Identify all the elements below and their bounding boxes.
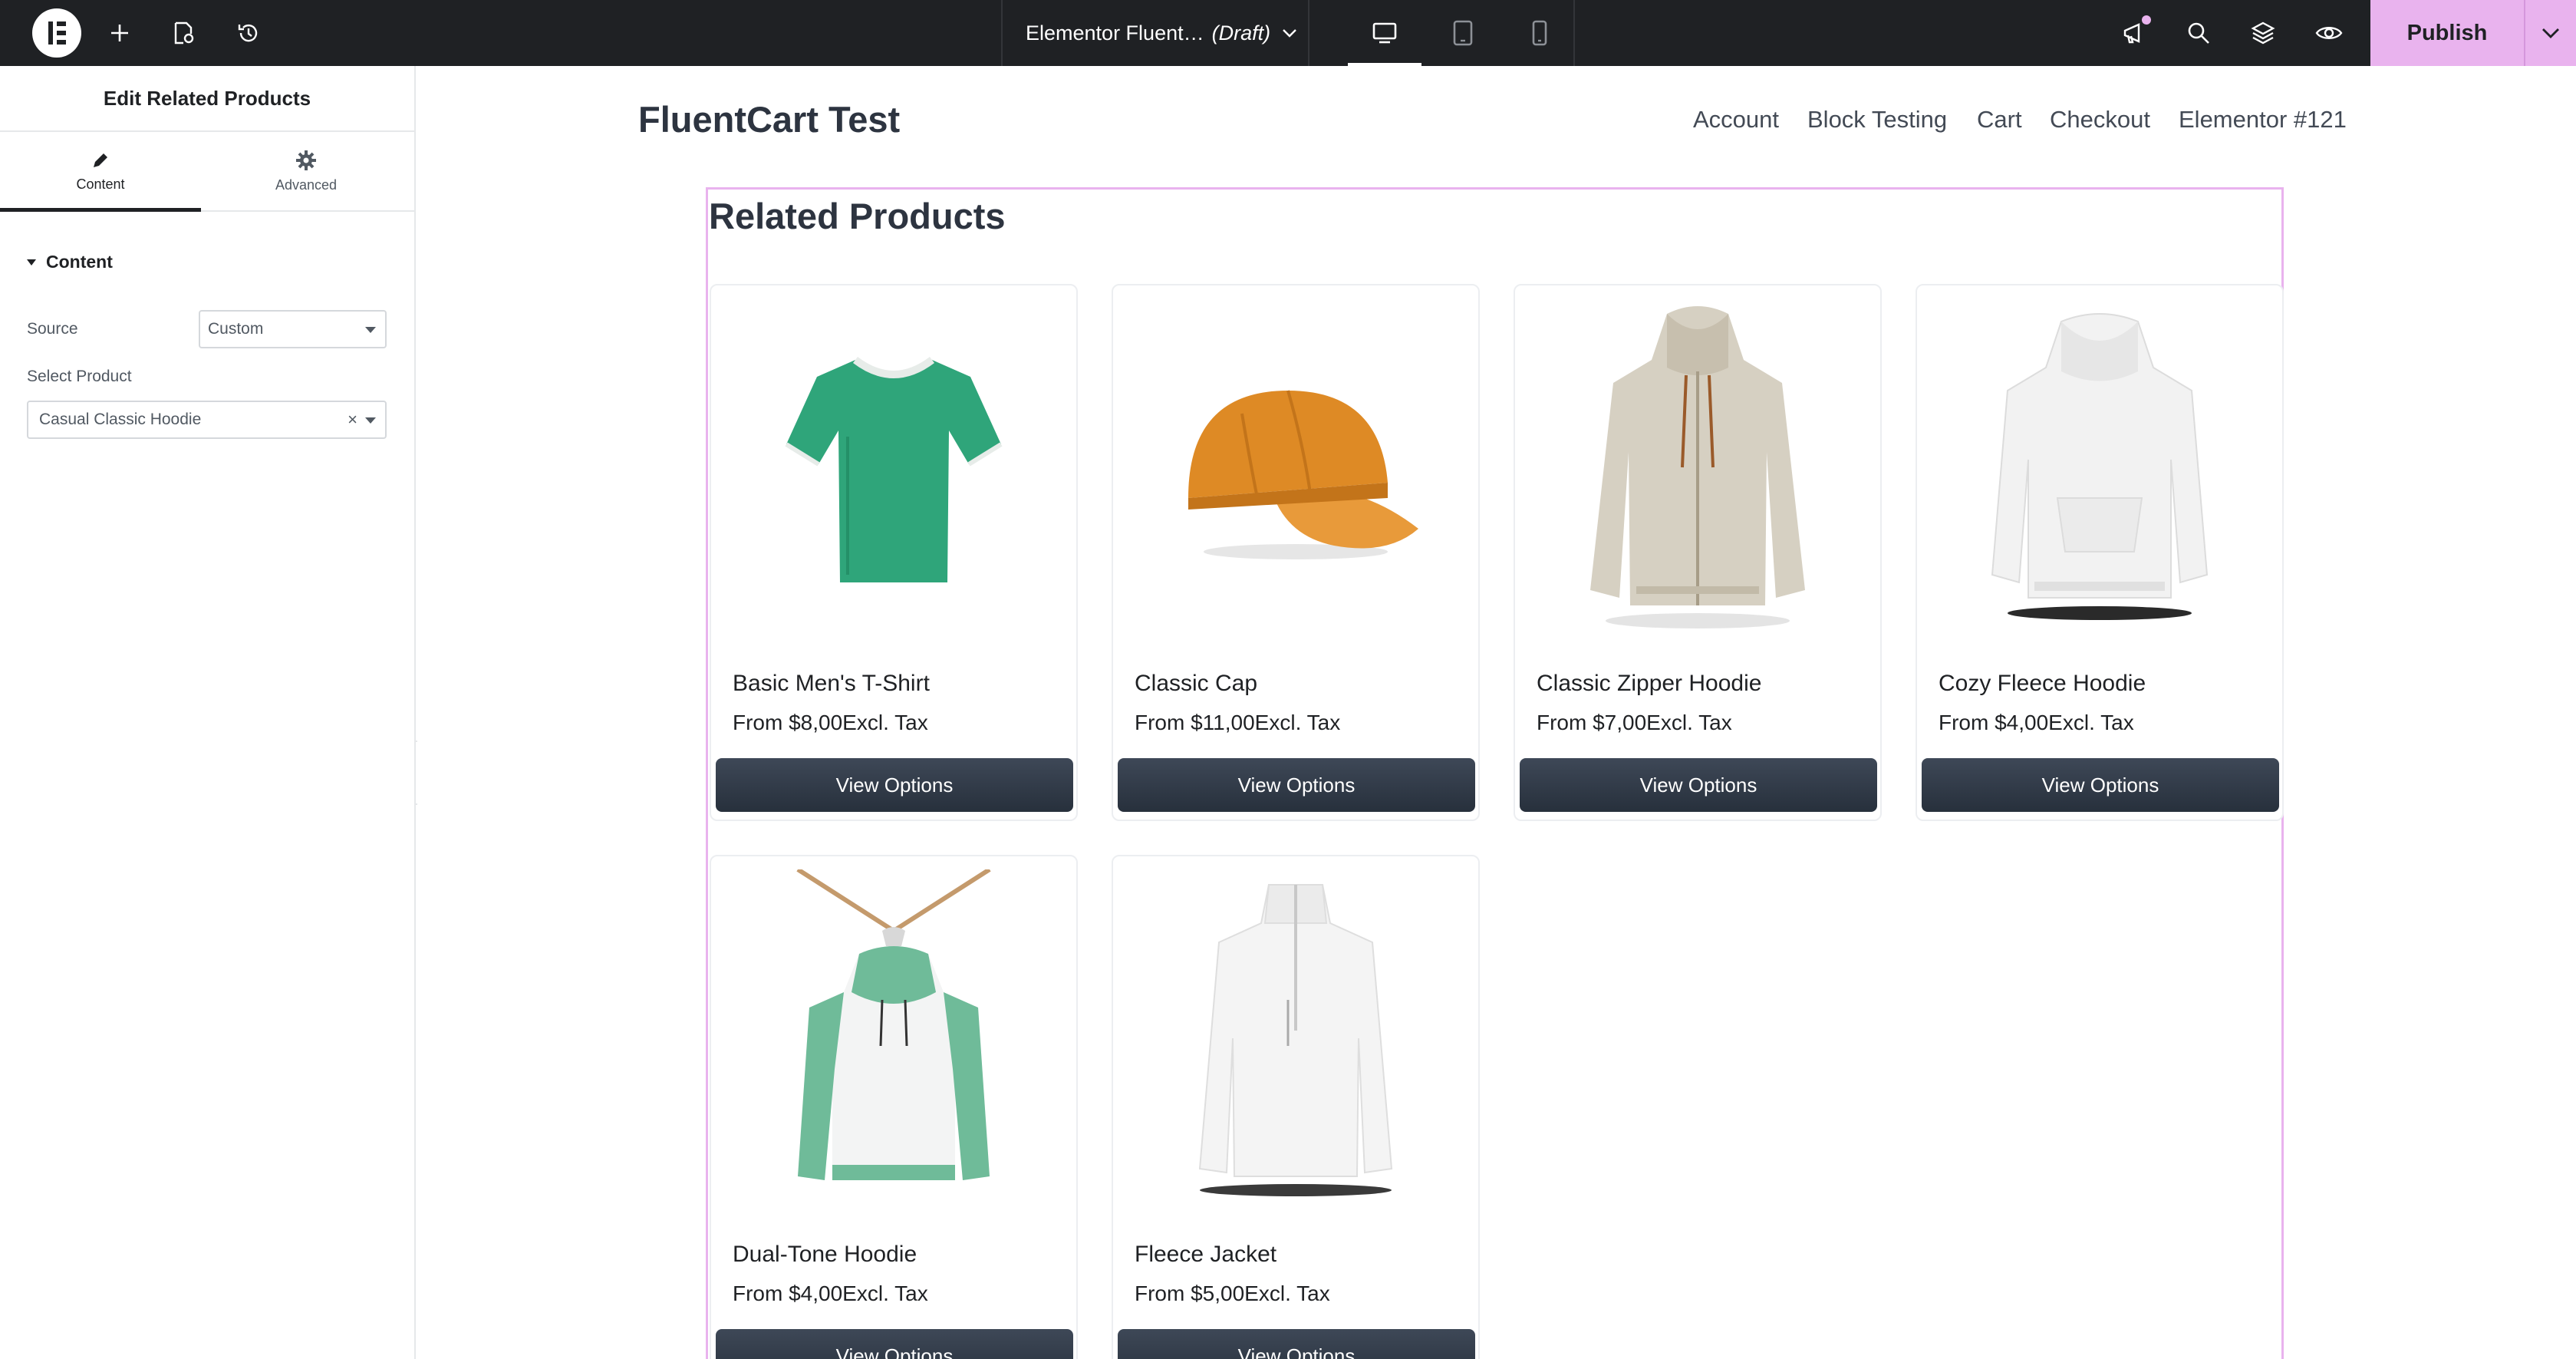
responsive-mode-switcher — [1311, 0, 1575, 66]
product-price: From $4,00Excl. Tax — [733, 1281, 928, 1305]
product-name[interactable]: Classic Zipper Hoodie — [1537, 671, 1761, 697]
document-status: (Draft) — [1211, 21, 1271, 45]
section-title: Content — [46, 252, 113, 272]
nav-link-account[interactable]: Account — [1693, 106, 1779, 134]
tab-content-label: Content — [76, 176, 125, 192]
select-product-field[interactable]: Casual Classic Hoodie × — [27, 401, 387, 439]
product-name[interactable]: Basic Men's T-Shirt — [733, 671, 930, 697]
beige-zip-hoodie-image — [1590, 306, 1805, 628]
editor-panel: Edit Related Products Content Advanced C… — [0, 66, 416, 1359]
orange-cap-image — [1188, 390, 1418, 559]
nav-link-cart[interactable]: Cart — [1977, 106, 2022, 134]
document-title: Elementor Fluent… — [1026, 21, 1204, 45]
product-price: From $7,00Excl. Tax — [1537, 711, 1732, 734]
view-options-button[interactable]: View Options — [1118, 1329, 1475, 1359]
tab-advanced[interactable]: Advanced — [206, 132, 407, 210]
editor-topbar: Elementor Fluent… (Draft) Publish — [0, 0, 2576, 66]
history-icon[interactable] — [232, 0, 265, 66]
pencil-icon — [94, 153, 107, 167]
desktop-icon — [1372, 22, 1397, 44]
product-card: Cozy Fleece Hoodie From $4,00Excl. Tax V… — [1916, 284, 2284, 821]
product-card: Classic Zipper Hoodie From $7,00Excl. Ta… — [1514, 284, 1882, 821]
source-select[interactable]: Custom — [199, 310, 387, 348]
publish-options-button[interactable] — [2524, 0, 2576, 66]
select-product-label: Select Product — [27, 368, 132, 385]
green-tshirt-image — [785, 356, 1003, 582]
view-options-button[interactable]: View Options — [1520, 758, 1877, 812]
tablet-view-button[interactable] — [1426, 0, 1500, 66]
tab-content[interactable]: Content — [0, 132, 201, 212]
publish-button[interactable]: Publish — [2370, 0, 2524, 66]
view-options-button[interactable]: View Options — [716, 758, 1073, 812]
green-white-hoodie-image — [796, 869, 991, 1180]
whats-new-icon[interactable] — [2117, 0, 2151, 66]
product-card: Classic Cap From $11,00Excl. Tax View Op… — [1112, 284, 1480, 821]
product-image[interactable] — [711, 856, 1076, 1220]
product-image[interactable] — [1917, 285, 2282, 649]
product-image[interactable] — [1113, 856, 1478, 1220]
product-image[interactable] — [1515, 285, 1880, 649]
white-fleece-jacket-image — [1198, 884, 1393, 1196]
nav-link-block-testing[interactable]: Block Testing — [1807, 106, 1947, 134]
related-products-heading: Related Products — [709, 196, 1006, 236]
product-card: Fleece Jacket From $5,00Excl. Tax View O… — [1112, 855, 1480, 1359]
publish-group: Publish — [2370, 0, 2576, 66]
chevron-down-icon — [1283, 29, 1296, 38]
notification-dot — [2142, 15, 2151, 25]
product-price: From $5,00Excl. Tax — [1135, 1281, 1330, 1305]
mobile-view-button[interactable] — [1503, 0, 1576, 66]
view-options-button[interactable]: View Options — [1118, 758, 1475, 812]
product-price: From $4,00Excl. Tax — [1939, 711, 2134, 734]
product-name[interactable]: Fleece Jacket — [1135, 1242, 1276, 1268]
white-hoodie-image — [1991, 313, 2209, 620]
product-image[interactable] — [711, 285, 1076, 649]
page-settings-icon[interactable] — [167, 0, 201, 66]
caret-down-icon — [27, 259, 36, 266]
section-toggle-content[interactable]: Content — [26, 252, 113, 272]
select-product-value: Casual Classic Hoodie — [39, 411, 202, 428]
product-name[interactable]: Classic Cap — [1135, 671, 1257, 697]
view-options-button[interactable]: View Options — [716, 1329, 1073, 1359]
clear-selection-icon[interactable]: × — [348, 410, 357, 430]
source-value: Custom — [208, 320, 264, 338]
product-card: Dual-Tone Hoodie From $4,00Excl. Tax Vie… — [710, 855, 1078, 1359]
preview-eye-icon[interactable] — [2312, 0, 2346, 66]
tablet-icon — [1453, 20, 1473, 46]
panel-tabs: Content Advanced — [0, 132, 414, 212]
elementor-logo-icon[interactable] — [32, 8, 81, 58]
panel-title: Edit Related Products — [0, 66, 414, 132]
add-element-icon[interactable] — [103, 0, 137, 66]
source-label: Source — [27, 320, 78, 338]
product-name[interactable]: Cozy Fleece Hoodie — [1939, 671, 2146, 697]
mobile-icon — [1532, 20, 1547, 46]
caret-down-icon — [365, 417, 376, 424]
desktop-view-button[interactable] — [1348, 0, 1421, 66]
nav-link-checkout[interactable]: Checkout — [2050, 106, 2150, 134]
product-image[interactable] — [1113, 285, 1478, 649]
view-options-button[interactable]: View Options — [1922, 758, 2279, 812]
chevron-down-icon — [2542, 28, 2559, 38]
page-preview: FluentCart Test Account Block Testing Ca… — [417, 66, 2576, 1359]
site-title[interactable]: FluentCart Test — [638, 98, 900, 140]
caret-down-icon — [365, 327, 376, 333]
tab-advanced-label: Advanced — [275, 176, 338, 193]
product-price: From $11,00Excl. Tax — [1135, 711, 1341, 734]
product-card: Basic Men's T-Shirt From $8,00Excl. Tax … — [710, 284, 1078, 821]
layers-icon[interactable] — [2246, 0, 2280, 66]
nav-link-elementor-121[interactable]: Elementor #121 — [2179, 106, 2347, 134]
product-price: From $8,00Excl. Tax — [733, 711, 928, 734]
gear-icon — [296, 150, 316, 170]
search-icon[interactable] — [2182, 0, 2215, 66]
product-name[interactable]: Dual-Tone Hoodie — [733, 1242, 917, 1268]
document-title-dropdown[interactable]: Elementor Fluent… (Draft) — [1001, 0, 1309, 66]
